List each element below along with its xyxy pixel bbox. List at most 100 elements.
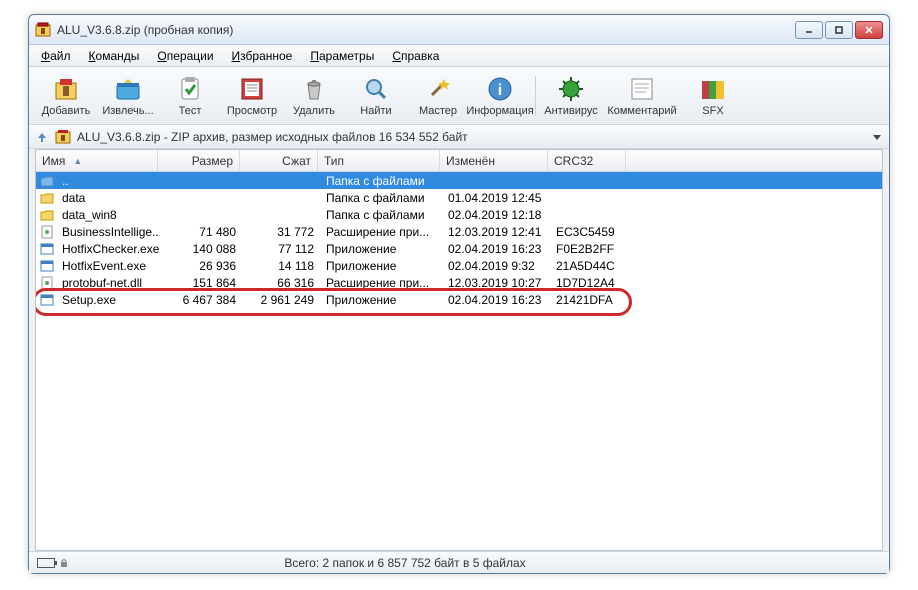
file-icon [40,225,54,239]
titlebar: ALU_V3.6.8.zip (пробная копия) [29,15,889,45]
file-compressed: 2 961 249 [242,293,320,307]
file-name: data [56,191,160,205]
file-row[interactable]: HotfixChecker.exe140 08877 112Приложение… [36,240,882,257]
comment-icon [628,75,656,103]
folder-icon [40,191,54,205]
close-button[interactable] [855,21,883,39]
folder-icon [40,208,54,222]
file-type: Приложение [320,293,442,307]
status-summary: Всего: 2 папок и 6 857 752 байт в 5 файл… [69,556,741,570]
menu-params[interactable]: Параметры [302,47,382,65]
delete-button[interactable]: Удалить [283,70,345,122]
col-modified[interactable]: Изменён [440,150,548,171]
file-size: 151 864 [160,276,242,290]
lock-icon [59,558,69,568]
file-row[interactable]: Setup.exe6 467 3842 961 249Приложение02.… [36,291,882,308]
col-size[interactable]: Размер [158,150,240,171]
file-row[interactable]: data_win8Папка с файлами02.04.2019 12:18 [36,206,882,223]
address-text[interactable]: ALU_V3.6.8.zip - ZIP архив, размер исход… [77,130,865,144]
file-compressed: 14 118 [242,259,320,273]
file-date: 02.04.2019 16:23 [442,242,550,256]
file-size: 6 467 384 [160,293,242,307]
file-row[interactable]: .. Папка с файлами [36,172,882,189]
file-name: protobuf-net.dll [56,276,160,290]
search-icon [362,75,390,103]
menubar: Файл Команды Операции Избранное Параметр… [29,45,889,67]
file-type: Расширение при... [320,225,442,239]
file-date: 12.03.2019 12:41 [442,225,550,239]
file-row[interactable]: HotfixEvent.exe26 93614 118Приложение02.… [36,257,882,274]
col-type[interactable]: Тип [318,150,440,171]
file-type: Папка с файлами [320,174,442,188]
file-size: 140 088 [160,242,242,256]
file-compressed: 77 112 [242,242,320,256]
file-date: 12.03.2019 10:27 [442,276,550,290]
file-list-container: Имя▲ Размер Сжат Тип Изменён CRC32 [35,149,883,172]
app-icon [35,22,51,38]
menu-file[interactable]: Файл [33,47,79,65]
test-icon [176,75,204,103]
file-date: 02.04.2019 12:18 [442,208,550,222]
menu-commands[interactable]: Команды [81,47,148,65]
menu-help[interactable]: Справка [384,47,447,65]
info-icon: i [486,75,514,103]
add-button[interactable]: Добавить [35,70,97,122]
view-button[interactable]: Просмотр [221,70,283,122]
archive-icon [55,129,71,145]
comment-button[interactable]: Комментарий [602,70,682,122]
test-button[interactable]: Тест [159,70,221,122]
antivirus-button[interactable]: Антивирус [540,70,602,122]
file-row[interactable]: data Папка с файлами01.04.2019 12:45 [36,189,882,206]
exe-icon [40,259,54,273]
col-compressed[interactable]: Сжат [240,150,318,171]
sfx-icon [699,75,727,103]
dropdown-icon[interactable] [871,131,883,143]
file-name: .. [56,174,160,188]
extract-button[interactable]: Извлечь... [97,70,159,122]
file-crc: 21A5D44C [550,259,628,273]
menu-favorites[interactable]: Избранное [224,47,301,65]
file-size: 26 936 [160,259,242,273]
sfx-button[interactable]: SFX [682,70,744,122]
file-icon [40,276,54,290]
virus-icon [557,75,585,103]
battery-icon [37,558,55,568]
svg-text:i: i [498,82,502,99]
file-date: 01.04.2019 12:45 [442,191,550,205]
file-name: BusinessIntellige... [56,225,160,239]
file-compressed: 31 772 [242,225,320,239]
wizard-button[interactable]: Мастер [407,70,469,122]
exe-icon [40,242,54,256]
toolbar-separator [535,76,536,116]
file-date: 02.04.2019 16:23 [442,293,550,307]
file-crc: 1D7D12A4 [550,276,628,290]
file-type: Папка с файлами [320,208,442,222]
window-title: ALU_V3.6.8.zip (пробная копия) [57,23,795,37]
col-name[interactable]: Имя▲ [36,150,158,171]
menu-operations[interactable]: Операции [149,47,221,65]
minimize-button[interactable] [795,21,823,39]
file-type: Приложение [320,259,442,273]
file-date: 02.04.2019 9:32 [442,259,550,273]
maximize-button[interactable] [825,21,853,39]
sort-asc-icon: ▲ [73,156,82,166]
statusbar: Всего: 2 папок и 6 857 752 байт в 5 файл… [29,551,889,573]
archive-add-icon [52,75,80,103]
file-list[interactable]: .. Папка с файлами data Папка с файлами01.0… [35,172,883,551]
wand-icon [424,75,452,103]
column-headers: Имя▲ Размер Сжат Тип Изменён CRC32 [36,150,882,172]
file-crc: F0E2B2FF [550,242,628,256]
view-icon [238,75,266,103]
file-row[interactable]: protobuf-net.dll151 86466 316Расширение … [36,274,882,291]
find-button[interactable]: Найти [345,70,407,122]
file-type: Приложение [320,242,442,256]
up-icon[interactable] [35,130,49,144]
app-window: ALU_V3.6.8.zip (пробная копия) Файл Кома… [28,14,890,574]
col-crc[interactable]: CRC32 [548,150,626,171]
file-row[interactable]: BusinessIntellige...71 48031 772Расширен… [36,223,882,240]
file-name: Setup.exe [56,293,160,307]
info-button[interactable]: i Информация [469,70,531,122]
toolbar: Добавить Извлечь... Тест Просмотр Удалит… [29,67,889,125]
file-type: Папка с файлами [320,191,442,205]
address-bar: ALU_V3.6.8.zip - ZIP архив, размер исход… [29,125,889,149]
